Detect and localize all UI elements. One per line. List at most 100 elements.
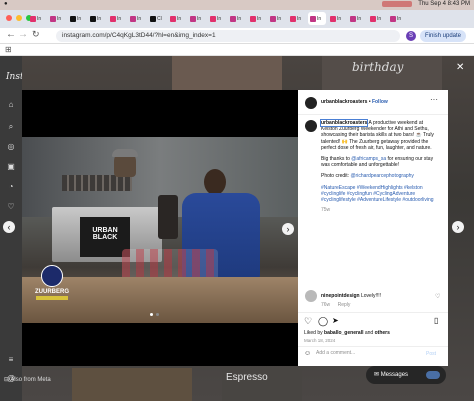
tab-favicon-icon: [390, 15, 396, 22]
close-modal-icon[interactable]: ✕: [456, 62, 464, 73]
address-bar[interactable]: instagram.com/p/C4qKgL3tD44/?hl=en&img_i…: [56, 30, 400, 42]
tab-favicon-icon: [70, 15, 76, 22]
tab-favicon-icon: [250, 15, 256, 22]
caption-username[interactable]: urbanblackroasters: [319, 119, 369, 127]
heart-icon[interactable]: ♡: [6, 202, 16, 212]
browser-tab[interactable]: In: [168, 12, 186, 25]
photographer-mention[interactable]: @richardpearcephotography: [350, 173, 413, 179]
browser-tab[interactable]: In: [368, 12, 386, 25]
event-logo-ribbon: [36, 296, 68, 300]
back-icon[interactable]: ←: [6, 29, 16, 40]
bg-card-top: [172, 56, 282, 90]
explore-icon[interactable]: ◎: [6, 142, 16, 152]
comment-like-icon[interactable]: ♡: [435, 293, 440, 300]
browser-tab[interactable]: In: [128, 12, 146, 25]
comment-icon[interactable]: ◯: [318, 316, 328, 327]
post-comment-button[interactable]: Post: [426, 351, 436, 357]
actions-divider: [298, 312, 448, 313]
minimize-window-button[interactable]: [16, 15, 22, 21]
comment-divider: [298, 346, 448, 347]
hashtags[interactable]: #NatureEscape #WeekendHighlights #kelsto…: [321, 185, 434, 203]
liked-by-others[interactable]: others: [375, 330, 390, 336]
reels-icon[interactable]: ▣: [6, 162, 16, 172]
comment-username[interactable]: ninepointdesign: [321, 293, 360, 299]
messages-icon: ✉: [374, 372, 381, 378]
share-icon[interactable]: ➤: [332, 316, 339, 325]
espresso-text: Espresso: [226, 372, 268, 383]
home-icon[interactable]: ⌂: [6, 100, 16, 110]
caption-avatar[interactable]: [305, 120, 317, 132]
next-image-button[interactable]: ›: [282, 223, 294, 235]
liked-by-prefix: Liked by: [304, 330, 325, 336]
next-post-button[interactable]: ›: [452, 221, 464, 233]
tab-favicon-icon: [290, 15, 296, 22]
tab-favicon-icon: [370, 15, 376, 22]
tab-favicon-icon: [150, 15, 156, 22]
caption-age: 75w: [321, 207, 331, 214]
header-username[interactable]: urbanblackroasters: [321, 99, 367, 105]
tab-label: In: [77, 15, 82, 22]
comment-avatar[interactable]: [305, 290, 317, 302]
liked-by: Liked by baballo_generall and others: [304, 330, 390, 336]
woman-head: [204, 169, 226, 195]
browser-tab[interactable]: In: [28, 12, 46, 25]
browser-tab[interactable]: In: [188, 12, 206, 25]
tab-label: In: [117, 15, 122, 22]
browser-tab[interactable]: In: [268, 12, 286, 25]
profile-avatar[interactable]: S: [406, 31, 416, 41]
tab-favicon-icon: [190, 15, 196, 22]
header-avatar[interactable]: [305, 97, 317, 109]
caption-p2-prefix: Big thanks to: [321, 156, 352, 163]
browser-tab[interactable]: In: [308, 12, 326, 25]
browser-tab[interactable]: In: [48, 12, 66, 25]
browser-tab[interactable]: In: [88, 12, 106, 25]
tab-favicon-icon: [330, 15, 336, 22]
also-from-meta[interactable]: ⊟ Also from Meta: [4, 376, 51, 383]
macos-menubar: ● Thu Sep 4 8:43 PM: [0, 0, 474, 10]
date-time[interactable]: Thu Sep 4 8:43 PM: [418, 1, 470, 7]
tab-label: In: [197, 15, 202, 22]
close-window-button[interactable]: [6, 15, 12, 21]
finish-update-button[interactable]: Finish update: [420, 30, 466, 42]
browser-tab[interactable]: In: [388, 12, 406, 25]
menu-icon[interactable]: ≡: [6, 355, 16, 365]
save-icon[interactable]: ▯: [434, 316, 438, 325]
tab-favicon-icon: [230, 15, 236, 22]
browser-tab[interactable]: In: [208, 12, 226, 25]
previous-post-button[interactable]: ‹: [3, 221, 15, 233]
apps-grid-icon[interactable]: ⊞: [5, 45, 12, 54]
apple-icon[interactable]: ●: [4, 1, 10, 8]
tab-label: In: [137, 15, 142, 22]
add-comment-input[interactable]: Add a comment...: [316, 350, 416, 359]
like-icon[interactable]: ♡: [304, 316, 312, 327]
browser-tab[interactable]: In: [288, 12, 306, 25]
forward-icon[interactable]: →: [18, 29, 28, 40]
man-cap: [112, 149, 138, 157]
browser-tab[interactable]: In: [328, 12, 346, 25]
browser-tab[interactable]: In: [228, 12, 246, 25]
event-logo-badge: [41, 265, 63, 287]
africamps-mention[interactable]: @africamps_sa: [351, 156, 386, 162]
liked-by-user[interactable]: baballo_generall: [324, 330, 363, 336]
comment-reply-link[interactable]: Reply: [338, 302, 351, 308]
reload-icon[interactable]: ↻: [32, 29, 40, 40]
browser-tab[interactable]: Cl: [148, 12, 166, 25]
coffee-grinder: [158, 195, 178, 239]
browser-tab[interactable]: In: [108, 12, 126, 25]
follow-button[interactable]: Follow: [372, 99, 388, 105]
browser-tab[interactable]: In: [68, 12, 86, 25]
messages-button[interactable]: ✉ Messages: [366, 366, 446, 384]
header-divider: [298, 114, 448, 115]
search-icon[interactable]: ⌕: [6, 122, 16, 132]
tab-label: In: [57, 15, 62, 22]
browser-tab[interactable]: In: [348, 12, 366, 25]
messenger-icon[interactable]: ◔: [6, 182, 16, 192]
emoji-icon[interactable]: ☺: [304, 350, 311, 357]
event-logo: ZUURBERG: [34, 265, 70, 303]
browser-tab[interactable]: In: [248, 12, 266, 25]
tab-label: In: [37, 15, 42, 22]
status-icons[interactable]: [382, 1, 413, 7]
more-options-icon[interactable]: ···: [430, 95, 438, 104]
tab-favicon-icon: [310, 15, 316, 22]
